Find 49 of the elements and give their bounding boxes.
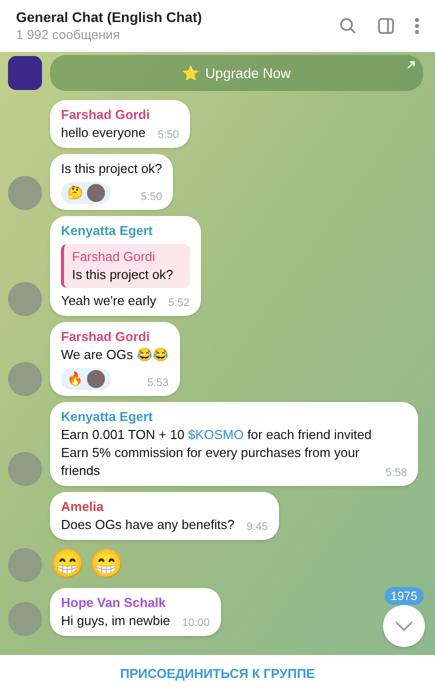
hashtag-link[interactable]: $KOSMO — [188, 427, 244, 442]
emoji: 😁 — [50, 547, 85, 581]
message-text: We are OGs 😂😂 — [61, 346, 169, 364]
message-time: 10:00 — [182, 616, 210, 630]
message-time: 5:52 — [168, 296, 190, 310]
message-text: hello everyone — [61, 124, 146, 142]
message-time: 9:45 — [246, 520, 268, 534]
message-time: 5:50 — [140, 190, 162, 204]
reaction-emoji: 🔥 — [67, 370, 83, 388]
sender-name[interactable]: Farshad Gordi — [61, 106, 179, 124]
avatar[interactable] — [8, 452, 42, 486]
avatar[interactable] — [8, 362, 42, 396]
quote-sender: Farshad Gordi — [72, 248, 156, 266]
chevron-down-icon — [395, 621, 413, 631]
sender-name[interactable]: Amelia — [61, 498, 268, 516]
join-group-button[interactable]: ПРИСОЕДИНИТЬСЯ К ГРУППЕ — [120, 664, 315, 684]
quote-text: Is this project ok? — [72, 266, 174, 284]
upgrade-now-button[interactable]: ⭐ Upgrade Now — [50, 55, 423, 91]
chat-title[interactable]: General Chat (English Chat) — [16, 8, 339, 26]
avatar[interactable] — [8, 548, 42, 582]
message-time: 5:50 — [158, 128, 179, 142]
avatar[interactable] — [8, 176, 42, 210]
bot-avatar[interactable] — [8, 56, 42, 90]
sidebar-toggle-icon[interactable] — [377, 17, 395, 35]
message-text: Is this project ok? — [61, 160, 162, 178]
scroll-down-button[interactable] — [383, 605, 425, 647]
sender-name[interactable]: Kenyatta Egert — [61, 408, 407, 426]
reaction-emoji: 🤔 — [67, 184, 83, 202]
unread-badge: 1975 — [384, 587, 424, 605]
message-time: 5:58 — [386, 466, 407, 480]
message-text: Does OGs have any benefits? — [61, 516, 234, 534]
avatar[interactable] — [8, 602, 42, 636]
external-arrow-icon — [407, 61, 415, 69]
sender-name[interactable]: Farshad Gordi — [61, 328, 169, 346]
reaction-pill[interactable]: 🔥 — [61, 368, 111, 390]
reply-quote[interactable]: Farshad Gordi Is this project ok? — [61, 244, 190, 288]
message-time: 5:53 — [147, 376, 169, 390]
emoji: 😁 — [89, 547, 124, 581]
more-menu-icon[interactable] — [415, 17, 419, 35]
search-icon[interactable] — [339, 17, 357, 35]
message-text: Earn 0.001 TON + 10 $KOSMO for each friend invited Earn 5% commission for every purchases from your friends — [61, 426, 373, 480]
message-text: Hi guys, im newbie — [61, 612, 170, 630]
message-text: Yeah we're early — [61, 292, 156, 310]
sender-name[interactable]: Hope Van Schalk — [61, 594, 210, 612]
sender-name[interactable]: Kenyatta Egert — [61, 222, 190, 240]
avatar[interactable] — [8, 282, 42, 316]
reactor-avatar — [87, 184, 105, 202]
message-count: 1 992 сообщения — [16, 26, 121, 44]
reactor-avatar — [87, 370, 105, 388]
